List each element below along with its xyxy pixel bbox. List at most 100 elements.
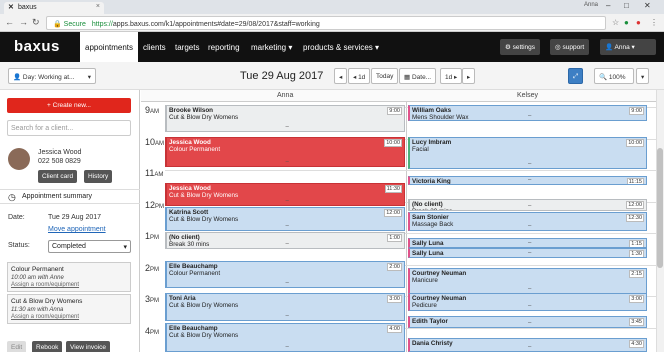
date-picker-label: Date... [411, 74, 432, 81]
menu-icon[interactable]: ⋮ [650, 18, 658, 27]
nav-clients[interactable]: clients [143, 43, 166, 52]
appointment-block[interactable]: Sally Luna 1:15– [408, 238, 647, 248]
history-button[interactable]: History [84, 170, 113, 183]
next-week-button[interactable]: ▸ [462, 68, 476, 84]
today-button[interactable]: Today [371, 68, 399, 84]
edit-button[interactable]: Edit [7, 341, 27, 352]
resize-handle-icon[interactable]: – [286, 159, 289, 165]
resize-handle-icon[interactable]: – [528, 161, 531, 167]
view-invoice-button[interactable]: View invoice [66, 341, 111, 352]
tab-close-icon[interactable]: × [96, 3, 100, 10]
resize-handle-icon[interactable]: – [528, 286, 531, 292]
secure-label: Secure [63, 21, 86, 28]
fullscreen-button[interactable]: ⤢ [568, 68, 584, 84]
appointment-block[interactable]: Victoria King 11:15– [408, 176, 647, 185]
resize-handle-icon[interactable]: – [528, 113, 531, 119]
resize-handle-icon[interactable]: – [528, 223, 531, 229]
extension-icon[interactable]: ● [624, 18, 629, 27]
appointment-block[interactable]: Elle Beauchamp Cut & Blow Dry Womens 4:00 – [165, 323, 405, 352]
nav-targets[interactable]: targets [175, 43, 199, 52]
scrollbar-thumb[interactable] [657, 148, 663, 268]
appointment-service: Facial [412, 146, 429, 153]
appointment-block[interactable]: Courtney Neuman Manicure 2:15 – [408, 268, 647, 294]
next-day-button[interactable]: 1d ▸ [440, 68, 463, 84]
appointment-block[interactable]: Dania Christy 4:30– [408, 338, 647, 352]
resize-handle-icon[interactable]: – [286, 198, 289, 204]
resize-handle-icon[interactable]: – [528, 177, 531, 183]
maximize-icon[interactable]: □ [624, 1, 629, 10]
status-value: Completed [52, 243, 86, 250]
assign-room-link[interactable]: Assign a room/equipment [11, 282, 127, 288]
reload-icon[interactable]: ↻ [32, 17, 40, 28]
appointment-block[interactable]: Courtney Neuman Pedicure 3:00– [408, 293, 647, 311]
appointment-time: 4:30 [629, 340, 644, 348]
date-label: Date: [8, 214, 25, 221]
appointment-block[interactable]: William Oaks Mens Shoulder Wax 9:00– [408, 105, 647, 121]
appointment-block[interactable]: Edith Taylor 3:45– [408, 316, 647, 328]
client-search-input[interactable]: Search for a client... [7, 120, 131, 136]
appointment-block[interactable]: (No client) Break 30 mins 1:00– [165, 232, 405, 249]
appointment-block[interactable]: Sam Stonier Massage Back 12:30– [408, 212, 647, 231]
move-appointment-link[interactable]: Move appointment [48, 226, 106, 233]
appointment-block[interactable]: Toni Aria Cut & Blow Dry Womens 3:00 – [165, 293, 405, 321]
nav-products-services[interactable]: products & services ▾ [303, 43, 379, 52]
browser-tab[interactable]: ✕ baxus × [4, 2, 104, 14]
resize-handle-icon[interactable]: – [528, 320, 531, 326]
resize-handle-icon[interactable]: – [286, 344, 289, 350]
client-card-button[interactable]: Client card [38, 170, 78, 183]
person-icon: 👤 [13, 74, 23, 81]
appointment-block[interactable]: (No client)Break 30 mins12:00– [408, 199, 647, 211]
forward-icon[interactable]: → [19, 17, 28, 27]
resize-handle-icon[interactable]: – [286, 124, 289, 130]
appointment-client: Courtney Neuman [412, 270, 467, 277]
back-icon[interactable]: ← [5, 17, 14, 27]
appointment-time: 11:15 [626, 178, 644, 185]
appointment-time: 4:00 [387, 325, 402, 333]
appointment-block[interactable]: Jessica Wood Colour Permanent 10:00 – [165, 137, 405, 167]
nav-appointments[interactable]: appointments [80, 32, 139, 62]
zoom-caret-button[interactable]: ▾ [636, 68, 650, 84]
date-picker-button[interactable]: ▦ Date... [399, 68, 437, 84]
resize-handle-icon[interactable]: – [528, 250, 531, 256]
resize-handle-icon[interactable]: – [286, 313, 289, 319]
prev-week-button[interactable]: ◂ [334, 68, 348, 84]
assign-room-link[interactable]: Assign a room/equipment [11, 314, 127, 320]
nav-reporting[interactable]: reporting [208, 43, 240, 52]
resize-handle-icon[interactable]: – [286, 280, 289, 286]
url-scheme: https:// [91, 21, 113, 28]
user-menu-button[interactable]: 👤 Anna ▾ [600, 39, 656, 55]
zoom-select[interactable]: 🔍 100% [594, 68, 634, 84]
url-input[interactable]: 🔒 Secure https://apps.baxus.com/k1/appoi… [46, 16, 606, 30]
date-title: Tue 29 Aug 2017 [240, 70, 324, 82]
resize-handle-icon[interactable]: – [528, 240, 531, 246]
resize-handle-icon[interactable]: – [528, 203, 531, 209]
appointment-block[interactable]: Katrina Scott Cut & Blow Dry Womens 12:00 – [165, 207, 405, 231]
support-button[interactable]: ◎ support [550, 39, 590, 55]
star-icon[interactable]: ☆ [612, 18, 619, 27]
tab-title: baxus [18, 4, 37, 11]
nav-marketing[interactable]: marketing ▾ [251, 43, 292, 52]
rebook-button[interactable]: Rebook [32, 341, 63, 352]
settings-button[interactable]: ⚙ settings [500, 39, 541, 55]
status-select[interactable]: Completed ▾ [48, 240, 131, 253]
appointment-time: 10:00 [626, 139, 644, 147]
resize-handle-icon[interactable]: – [528, 344, 531, 350]
appointment-block[interactable]: Brooke Wilson Cut & Blow Dry Womens 9:00 – [165, 105, 405, 132]
baxus-logo[interactable]: baxus [14, 38, 60, 55]
resize-handle-icon[interactable]: – [286, 223, 289, 229]
minimize-icon[interactable]: – [606, 1, 610, 10]
window-close-icon[interactable]: ✕ [644, 1, 651, 10]
url-path: apps.baxus.com/k1/appointments#date=29/0… [112, 21, 320, 28]
view-select[interactable]: 👤 Day: Working at... ▾ [8, 68, 96, 84]
hour-label: 2PM [145, 262, 160, 273]
extension-icon-2[interactable]: ● [636, 18, 641, 27]
resize-handle-icon[interactable]: – [528, 303, 531, 309]
prev-day-button[interactable]: ◂ 1d [348, 68, 371, 84]
appointment-block[interactable]: Sally LunaEyelash Tint1:30– [408, 248, 647, 258]
appointment-block[interactable]: Lucy Imbram Facial 10:00 – [408, 137, 647, 169]
appointment-block[interactable]: Jessica Wood Cut & Blow Dry Womens 11:30– [165, 183, 405, 206]
appointment-block[interactable]: Elle Beauchamp Colour Permanent 2:00 – [165, 261, 405, 288]
resize-handle-icon[interactable]: – [286, 241, 289, 247]
clock-icon: ◷ [8, 192, 16, 202]
create-new-button[interactable]: + Create new... [7, 98, 131, 113]
